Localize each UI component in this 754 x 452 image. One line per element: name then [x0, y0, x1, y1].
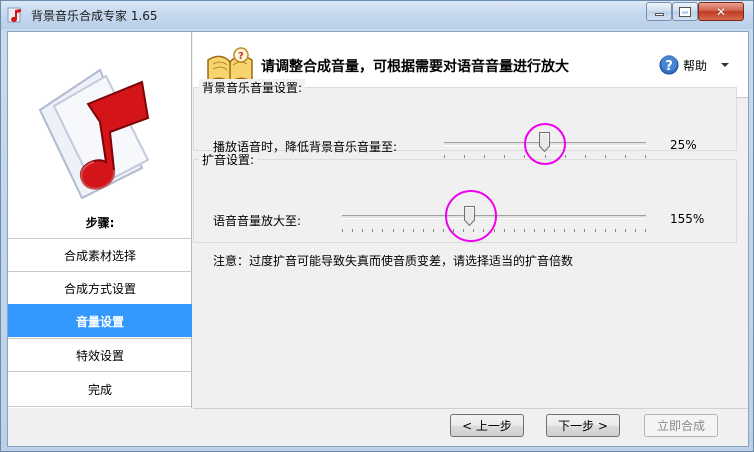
compose-now-button: 立即合成: [644, 414, 718, 437]
steps-sidebar: 步骤: 合成素材选择 合成方式设置 音量设置 特效设置 完成: [8, 32, 192, 408]
slider-tick: [413, 229, 414, 232]
amplify-slider-ticks: [342, 229, 646, 233]
slider-tick: [362, 229, 363, 232]
app-logo-music-note-icon: [38, 68, 150, 200]
step-volume-settings[interactable]: 音量设置: [8, 304, 192, 337]
slider-tick: [504, 229, 505, 232]
slider-tick: [433, 229, 434, 232]
slider-tick: [443, 229, 444, 232]
slider-tick: [484, 155, 485, 158]
step-material-select[interactable]: 合成素材选择: [8, 238, 192, 271]
divider: [193, 408, 748, 409]
svg-text:?: ?: [238, 51, 244, 62]
amplify-slider-highlight-circle: [445, 190, 497, 242]
slider-tick: [524, 229, 525, 232]
slider-tick: [574, 229, 575, 232]
slider-tick: [444, 155, 445, 158]
slider-tick: [514, 229, 515, 232]
close-icon: ✕: [715, 4, 727, 19]
slider-tick: [595, 229, 596, 232]
slider-tick: [534, 229, 535, 232]
slider-tick: [584, 229, 585, 232]
page-instruction: 请调整合成音量，可根据需要对语音音量进行放大: [261, 59, 569, 75]
slider-tick: [645, 155, 646, 158]
slider-tick: [565, 155, 566, 158]
slider-tick: [342, 229, 343, 232]
slider-tick: [605, 229, 606, 232]
amplify-warning-note: 注意：过度扩音可能导致失真而使音质变差，请选择适当的扩音倍数: [213, 254, 574, 268]
app-window: 背景音乐合成专家 1.65 ✕ 步骤: 合成素材选择 合成方式设置 音量设置 特…: [0, 0, 754, 452]
slider-tick: [494, 229, 495, 232]
slider-tick: [544, 229, 545, 232]
slider-tick: [564, 229, 565, 232]
slider-tick: [372, 229, 373, 232]
help-label: 帮助: [683, 58, 708, 73]
maximize-button[interactable]: [672, 2, 698, 21]
step-effects[interactable]: 特效设置: [8, 338, 192, 371]
previous-step-button[interactable]: < 上一步: [450, 414, 524, 437]
bgm-row-label-text: 播放语音时，降低背景音乐音量至:: [213, 140, 398, 154]
slider-tick: [464, 155, 465, 158]
step-compose-mode[interactable]: 合成方式设置: [8, 271, 192, 304]
bgm-group-title: 背景音乐音量设置:: [199, 79, 306, 96]
title-bar[interactable]: 背景音乐合成专家 1.65 ✕: [1, 1, 753, 29]
slider-tick: [393, 229, 394, 232]
slider-tick: [625, 229, 626, 232]
steps-title: 步骤:: [85, 216, 115, 230]
slider-tick: [554, 229, 555, 232]
next-step-button[interactable]: 下一步 >: [546, 414, 620, 437]
chevron-down-icon[interactable]: [721, 63, 730, 67]
slider-tick: [352, 229, 353, 232]
amplify-value: 155%: [670, 212, 705, 226]
window-title: 背景音乐合成专家 1.65: [31, 9, 158, 23]
bgm-volume-value: 25%: [670, 138, 697, 152]
slider-tick: [615, 229, 616, 232]
slider-tick: [585, 155, 586, 158]
svg-text:?: ?: [665, 59, 673, 74]
slider-tick: [605, 155, 606, 158]
slider-tick: [625, 155, 626, 158]
bgm-slider-highlight-circle: [524, 123, 566, 165]
slider-tick: [504, 155, 505, 158]
slider-tick: [382, 229, 383, 232]
amplify-row-label: 语音音量放大至:: [213, 214, 302, 228]
help-button[interactable]: ? 帮助: [659, 55, 730, 75]
close-button[interactable]: ✕: [698, 2, 744, 21]
slider-tick: [524, 155, 525, 158]
slider-tick: [423, 229, 424, 232]
minimize-button[interactable]: [646, 2, 672, 21]
music-note-icon: [7, 7, 21, 23]
slider-tick: [403, 229, 404, 232]
step-finish[interactable]: 完成: [8, 371, 192, 407]
help-icon: ?: [659, 55, 679, 75]
slider-tick: [645, 229, 646, 232]
slider-tick: [635, 229, 636, 232]
